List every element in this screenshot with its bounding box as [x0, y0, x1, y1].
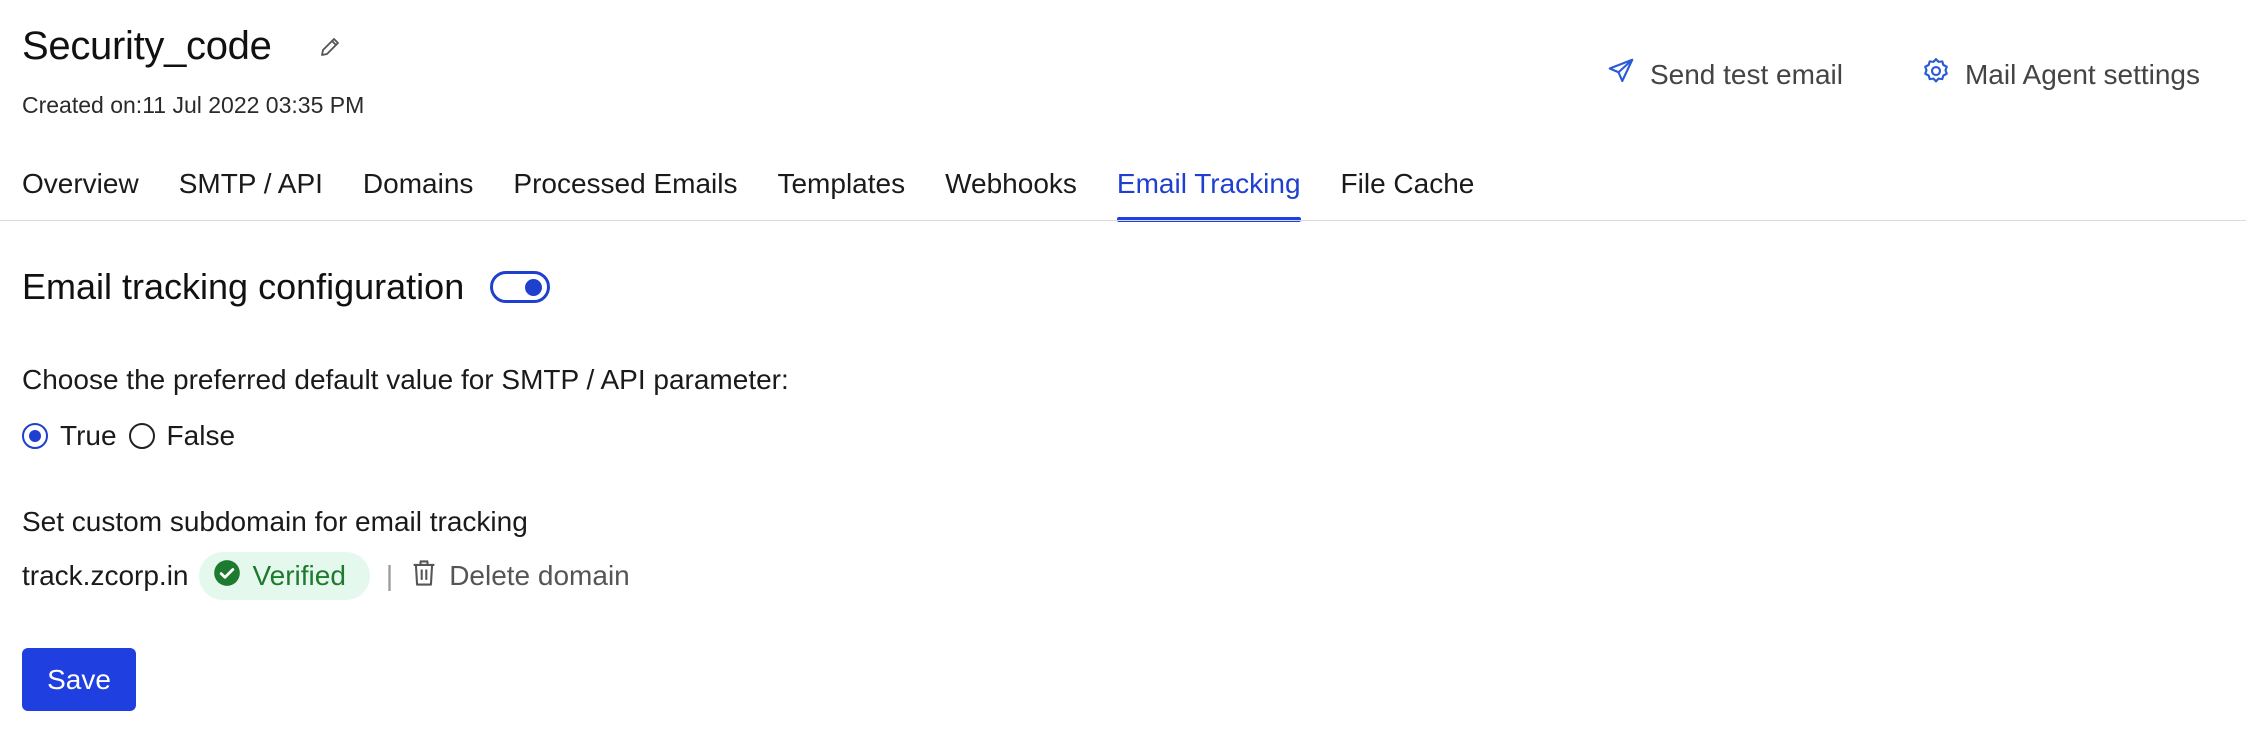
title-row: Security_code [22, 24, 344, 69]
radio-true[interactable]: True [22, 420, 117, 452]
mail-agent-settings-button[interactable]: Mail Agent settings [1921, 56, 2200, 93]
pencil-icon[interactable] [316, 33, 344, 61]
send-test-email-label: Send test email [1649, 58, 1843, 90]
radio-true-circle[interactable] [22, 423, 48, 449]
toggle-knob [525, 279, 543, 296]
trash-icon [411, 558, 437, 595]
delete-domain-label: Delete domain [449, 560, 630, 591]
tab-processed-emails[interactable]: Processed Emails [513, 166, 737, 222]
radio-false-circle[interactable] [128, 423, 155, 449]
send-test-email-button[interactable]: Send test email [1606, 56, 1843, 93]
tab-smtp-api[interactable]: SMTP / API [179, 166, 323, 222]
radio-group: True False [22, 420, 247, 452]
radio-false-label: False [166, 420, 236, 451]
gear-icon [1921, 56, 1951, 93]
section-header: Email tracking configuration [22, 266, 551, 308]
mail-agent-settings-label: Mail Agent settings [1964, 58, 2200, 90]
tracking-toggle[interactable] [490, 271, 551, 303]
tab-bar: Overview SMTP / API Domains Processed Em… [22, 166, 1514, 222]
tab-file-cache[interactable]: File Cache [1341, 166, 1475, 222]
tab-email-tracking[interactable]: Email Tracking [1116, 166, 1301, 222]
tab-templates[interactable]: Templates [777, 166, 905, 222]
tab-domains[interactable]: Domains [363, 166, 473, 222]
header-actions: Send test email Mail Agent settings [1606, 56, 2200, 93]
send-icon [1606, 56, 1636, 93]
verified-badge: Verified [198, 552, 370, 600]
subdomain-label: Set custom subdomain for email tracking [22, 506, 528, 537]
save-button[interactable]: Save [22, 648, 136, 711]
verified-label: Verified [252, 560, 346, 591]
domain-row: track.zcorp.in Verified | Delete domain [22, 552, 630, 600]
section-title: Email tracking configuration [22, 266, 465, 307]
delete-domain-button[interactable]: Delete domain [411, 558, 630, 595]
page-title: Security_code [22, 24, 272, 68]
tabs-divider [0, 220, 2246, 221]
radio-true-label: True [60, 420, 117, 451]
default-value-question: Choose the preferred default value for S… [22, 364, 789, 395]
domain-name: track.zcorp.in [22, 560, 189, 591]
tab-overview[interactable]: Overview [22, 166, 139, 222]
page: Security_code Created on:11 Jul 2022 03:… [0, 0, 2246, 748]
tab-webhooks[interactable]: Webhooks [945, 166, 1077, 222]
check-circle-icon [213, 559, 241, 594]
created-date: Created on:11 Jul 2022 03:35 PM [22, 92, 365, 118]
radio-false[interactable]: False [128, 420, 236, 452]
separator: | [385, 560, 394, 591]
